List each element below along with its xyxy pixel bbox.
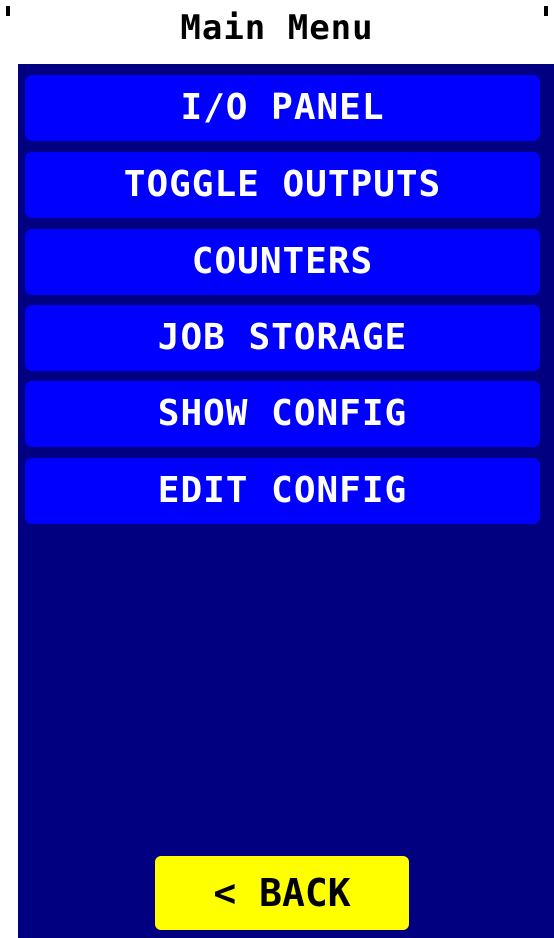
toggle-outputs-button[interactable]: TOGGLE OUTPUTS: [25, 152, 540, 218]
show-config-button[interactable]: SHOW CONFIG: [25, 381, 540, 447]
page-title: Main Menu: [180, 8, 374, 48]
title-bar: Main Menu: [0, 0, 554, 64]
io-panel-button[interactable]: I/O PANEL: [25, 75, 540, 141]
job-storage-button[interactable]: JOB STORAGE: [25, 305, 540, 371]
back-button[interactable]: < BACK: [155, 856, 409, 930]
counters-button[interactable]: COUNTERS: [25, 229, 540, 295]
main-menu-panel: I/O PANEL TOGGLE OUTPUTS COUNTERS JOB ST…: [18, 64, 554, 938]
edit-config-button[interactable]: EDIT CONFIG: [25, 458, 540, 524]
